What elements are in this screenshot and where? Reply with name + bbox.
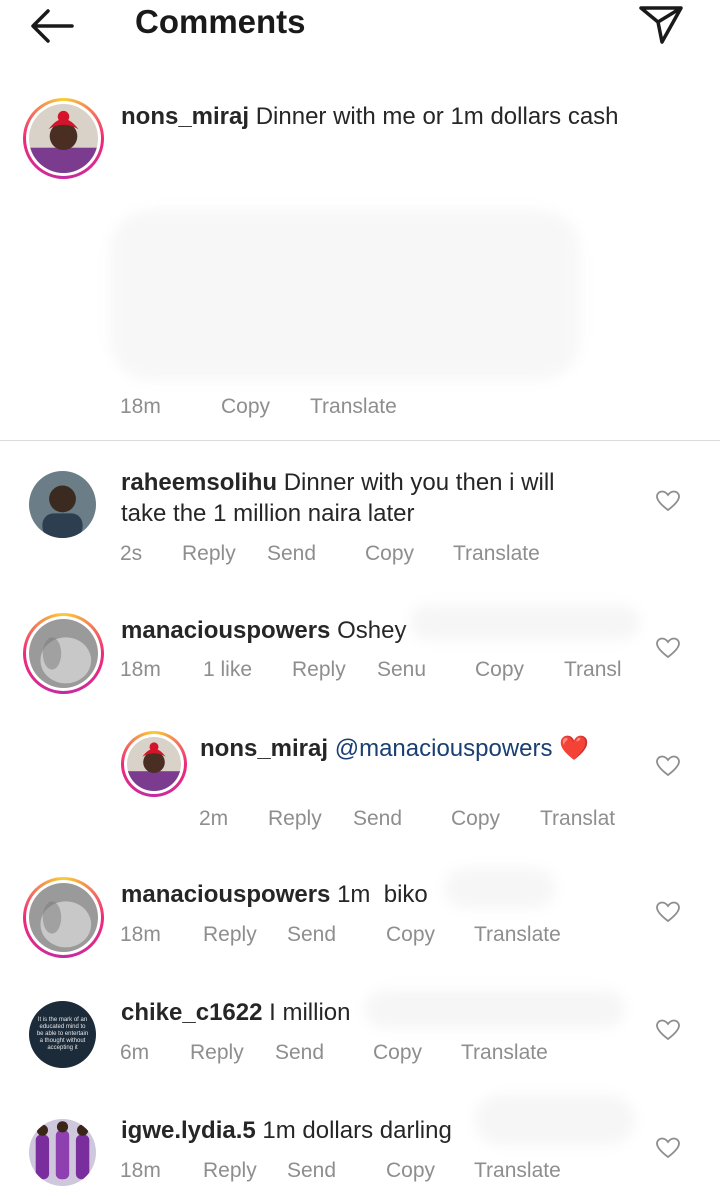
translate-button[interactable]: Translate: [461, 1041, 548, 1065]
reply-button[interactable]: Reply: [182, 542, 236, 566]
comment-text: nons_miraj @manaciouspowers ❤️: [200, 733, 650, 764]
reply-button[interactable]: Reply: [268, 807, 322, 831]
translate-button[interactable]: Translate: [474, 1159, 561, 1183]
timestamp: 2m: [199, 807, 229, 830]
comment-text: raheemsolihu Dinner with you then i will…: [121, 467, 641, 529]
mention-link[interactable]: @manaciouspowers: [335, 735, 553, 762]
send-button[interactable]: Send: [287, 923, 336, 947]
comment-meta: 2s Reply Send Copy Translate: [120, 542, 640, 568]
comment-body: 1m dollars darling: [262, 1117, 452, 1144]
arrow-left-icon: [31, 9, 74, 43]
send-button[interactable]: Send: [353, 807, 402, 831]
share-button[interactable]: [636, 2, 686, 46]
copy-button[interactable]: Copy: [451, 807, 500, 831]
caption-username[interactable]: nons_miraj: [121, 103, 249, 130]
caption-meta: 18m Copy Translate: [120, 395, 680, 421]
copy-button[interactable]: Copy: [386, 923, 435, 947]
caption-body: Dinner with me or 1m dollars cash: [255, 103, 619, 130]
copy-button[interactable]: Copy: [373, 1041, 422, 1065]
avatar[interactable]: [23, 98, 104, 179]
send-button[interactable]: Senu: [377, 658, 426, 682]
translate-button[interactable]: Translate: [453, 542, 540, 566]
caption-text: nons_miraj Dinner with me or 1m dollars …: [121, 101, 681, 132]
heart-outline-icon[interactable]: [656, 755, 680, 777]
comment-body: Dinner with you then i will: [283, 469, 555, 496]
copy-button[interactable]: Copy: [365, 542, 414, 566]
comment-meta: 6m Reply Send Copy Translate: [120, 1041, 640, 1067]
copy-button[interactable]: Copy: [221, 395, 270, 419]
comment-body: take the 1 million naira later: [121, 500, 415, 527]
divider: [0, 440, 720, 441]
avatar[interactable]: [29, 471, 96, 538]
blurred-area: [110, 210, 580, 380]
translate-button[interactable]: Transl: [564, 658, 622, 682]
comment-username[interactable]: raheemsolihu: [121, 469, 277, 496]
avatar-quote: It is the mark of an educated mind to be…: [36, 1017, 89, 1051]
comment-meta: 2m Reply Send Copy Translat: [199, 807, 639, 833]
translate-button[interactable]: Translate: [310, 395, 397, 419]
blurred-area: [445, 868, 555, 908]
send-button[interactable]: Send: [275, 1041, 324, 1065]
heart-emoji: ❤️: [559, 735, 590, 762]
comment-meta: 18m Reply Send Copy Translate: [120, 1159, 640, 1185]
comment-text: manaciouspowers 1m biko: [121, 879, 641, 910]
timestamp: 18m: [120, 395, 161, 418]
comment-body: 1m biko: [337, 881, 428, 908]
comment-username[interactable]: chike_c1622: [121, 999, 262, 1026]
avatar[interactable]: [23, 877, 104, 958]
blurred-area: [365, 990, 625, 1028]
comment-username[interactable]: manaciouspowers: [121, 881, 330, 908]
avatar[interactable]: [23, 613, 104, 694]
heart-outline-icon[interactable]: [656, 1019, 680, 1041]
timestamp: 6m: [120, 1041, 150, 1064]
translate-button[interactable]: Translat: [540, 807, 615, 831]
reply-button[interactable]: Reply: [292, 658, 346, 682]
heart-outline-icon[interactable]: [656, 901, 680, 923]
comment-body: Oshey: [337, 617, 407, 644]
heart-outline-icon[interactable]: [656, 490, 680, 512]
page-title: Comments: [135, 3, 306, 40]
heart-outline-icon[interactable]: [656, 1137, 680, 1159]
comment-body: I million: [269, 999, 351, 1026]
timestamp: 18m: [120, 658, 161, 681]
translate-button[interactable]: Translate: [474, 923, 561, 947]
avatar[interactable]: [121, 731, 187, 797]
copy-button[interactable]: Copy: [475, 658, 524, 682]
reply-button[interactable]: Reply: [203, 923, 257, 947]
timestamp: 2s: [120, 542, 143, 565]
paper-plane-icon: [639, 6, 683, 44]
reply-button[interactable]: Reply: [203, 1159, 257, 1183]
avatar[interactable]: It is the mark of an educated mind to be…: [29, 1001, 96, 1068]
avatar[interactable]: [29, 1119, 96, 1186]
blurred-area: [410, 605, 640, 640]
send-button[interactable]: Send: [287, 1159, 336, 1183]
header-bar: Comments: [0, 0, 720, 60]
comment-meta: 18m Reply Send Copy Translate: [120, 923, 640, 949]
copy-button[interactable]: Copy: [386, 1159, 435, 1183]
reply-button[interactable]: Reply: [190, 1041, 244, 1065]
comment-username[interactable]: igwe.lydia.5: [121, 1117, 256, 1144]
heart-outline-icon[interactable]: [656, 637, 680, 659]
comment-username[interactable]: manaciouspowers: [121, 617, 330, 644]
comment-username[interactable]: nons_miraj: [200, 735, 328, 762]
blurred-area: [475, 1095, 635, 1145]
send-button[interactable]: Send: [267, 542, 316, 566]
comment-meta: 18m 1 like Reply Senu Copy Transl: [120, 658, 640, 684]
likes-count[interactable]: 1 like: [203, 658, 252, 682]
timestamp: 18m: [120, 923, 161, 946]
timestamp: 18m: [120, 1159, 161, 1182]
back-button[interactable]: [28, 6, 78, 46]
